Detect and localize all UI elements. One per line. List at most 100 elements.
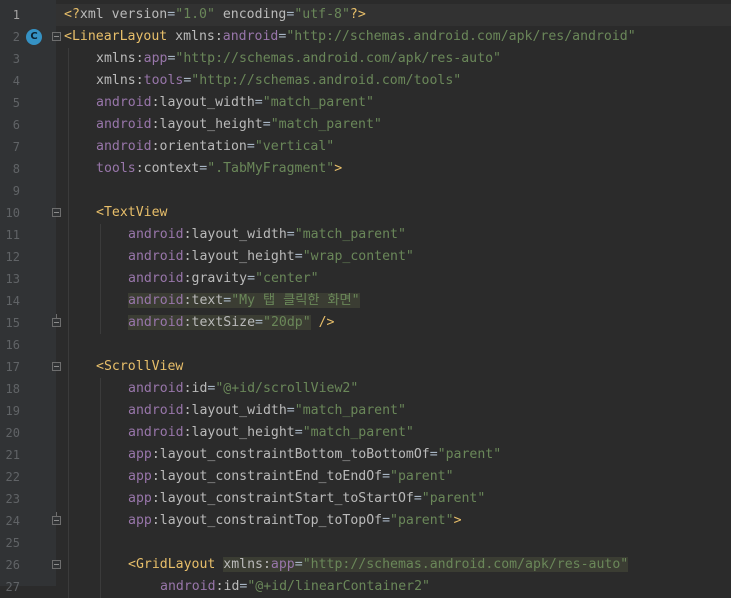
- line-number: 24: [5, 514, 20, 528]
- line-number: 5: [12, 96, 20, 110]
- code-line[interactable]: tools:context=".TabMyFragment">: [56, 158, 731, 180]
- line-number: 22: [5, 470, 20, 484]
- class-marker-icon[interactable]: C: [26, 29, 42, 45]
- code-line[interactable]: android:layout_height="match_parent": [56, 114, 731, 136]
- code-token: :layout_width: [151, 95, 255, 110]
- code-token: "parent": [421, 491, 486, 506]
- code-line[interactable]: app:layout_constraintTop_toTopOf="parent…: [56, 510, 731, 532]
- code-token: "match_parent": [302, 425, 414, 440]
- code-line-content: android:id="@+id/scrollView2": [128, 378, 358, 400]
- code-token: :id: [215, 579, 240, 594]
- code-line-content: app:layout_constraintBottom_toBottomOf="…: [128, 444, 501, 466]
- code-line[interactable]: android:layout_height="wrap_content": [56, 246, 731, 268]
- code-token: android: [128, 425, 184, 440]
- code-token: android: [96, 95, 152, 110]
- code-line[interactable]: android:layout_width="match_parent": [56, 224, 731, 246]
- code-token: =: [294, 249, 303, 264]
- code-token: android: [222, 29, 279, 44]
- code-line[interactable]: <?xml version="1.0" encoding="utf-8"?>: [56, 4, 731, 26]
- indent-guide: [68, 48, 69, 598]
- line-number: 7: [12, 140, 20, 154]
- code-line[interactable]: [56, 532, 731, 554]
- code-token: "20dp": [263, 315, 311, 330]
- gutter-line: 20: [0, 422, 56, 444]
- code-line-content: android:layout_height="match_parent": [128, 422, 414, 444]
- code-token: =: [255, 315, 263, 330]
- code-line[interactable]: <LinearLayout xmlns:android="http://sche…: [56, 26, 731, 48]
- code-line[interactable]: <GridLayout xmlns:app="http://schemas.an…: [56, 554, 731, 576]
- code-line[interactable]: android:layout_width="match_parent": [56, 400, 731, 422]
- code-line-content: <?xml version="1.0" encoding="utf-8"?>: [64, 4, 366, 26]
- code-token: ?>: [349, 7, 366, 22]
- line-number: 11: [5, 228, 20, 242]
- code-token: "http://schemas.android.com/apk/res/andr…: [286, 29, 636, 44]
- code-line[interactable]: app:layout_constraintStart_toStartOf="pa…: [56, 488, 731, 510]
- code-token: xml: [79, 7, 112, 22]
- code-line[interactable]: android:gravity="center": [56, 268, 731, 290]
- code-line[interactable]: android:id="@+id/linearContainer2": [56, 576, 731, 598]
- code-line[interactable]: android:id="@+id/scrollView2": [56, 378, 731, 400]
- code-token: =: [294, 425, 303, 440]
- line-number: 27: [5, 580, 20, 594]
- code-token: "wrap_content": [302, 249, 414, 264]
- code-token: app: [143, 51, 168, 66]
- gutter-line: 9: [0, 180, 56, 202]
- gutter-line: 23: [0, 488, 56, 510]
- gutter-line: 27: [0, 576, 56, 598]
- code-line[interactable]: android:layout_height="match_parent": [56, 422, 731, 444]
- code-token: encoding: [222, 7, 287, 22]
- code-line-content: android:id="@+id/linearContainer2": [160, 576, 430, 598]
- code-line[interactable]: xmlns:tools="http://schemas.android.com/…: [56, 70, 731, 92]
- line-number: 16: [5, 338, 20, 352]
- code-token: :layout_constraintStart_toStartOf: [151, 491, 414, 506]
- code-line[interactable]: android:layout_width="match_parent": [56, 92, 731, 114]
- code-line[interactable]: xmlns:app="http://schemas.android.com/ap…: [56, 48, 731, 70]
- code-token: app: [270, 557, 295, 572]
- line-number: 26: [5, 558, 20, 572]
- code-line[interactable]: app:layout_constraintEnd_toEndOf="parent…: [56, 466, 731, 488]
- line-number: 14: [5, 294, 20, 308]
- code-token: xmlns:: [223, 557, 271, 572]
- code-line[interactable]: [56, 334, 731, 356]
- code-line[interactable]: [56, 180, 731, 202]
- code-token: "vertical": [254, 139, 335, 154]
- line-number: 17: [5, 360, 20, 374]
- code-token: =: [246, 139, 255, 154]
- line-number: 3: [12, 52, 20, 66]
- code-token: android: [128, 293, 184, 308]
- code-line[interactable]: android:text="My 탭 클릭한 화면": [56, 290, 731, 312]
- code-line[interactable]: <TextView: [56, 202, 731, 224]
- code-line[interactable]: android:textSize="20dp" />: [56, 312, 731, 334]
- code-token: =: [199, 161, 208, 176]
- code-line[interactable]: <ScrollView: [56, 356, 731, 378]
- gutter-line: 8: [0, 158, 56, 180]
- code-token: =: [382, 513, 391, 528]
- code-editor[interactable]: 1 2 C 3 4 5 6 7 8 9 10 11 12 13 14 15 16 17 18 19 20 21 22 23 24…: [0, 0, 731, 598]
- code-line[interactable]: android:orientation="vertical": [56, 136, 731, 158]
- code-token: :layout_constraintBottom_toBottomOf: [151, 447, 430, 462]
- line-number: 19: [5, 404, 20, 418]
- line-number: 6: [12, 118, 20, 132]
- code-token: <ScrollView: [96, 359, 184, 374]
- code-token: app: [128, 447, 152, 462]
- code-token: tools: [96, 161, 136, 176]
- gutter-line: 25: [0, 532, 56, 554]
- gutter-line: 10: [0, 202, 61, 224]
- code-token: android: [128, 315, 184, 330]
- code-line-content: app:layout_constraintEnd_toEndOf="parent…: [128, 466, 454, 488]
- line-number: 15: [5, 316, 20, 330]
- code-token: :layout_height: [183, 425, 295, 440]
- code-token: android: [128, 403, 184, 418]
- code-line[interactable]: app:layout_constraintBottom_toBottomOf="…: [56, 444, 731, 466]
- line-number: 10: [5, 206, 20, 220]
- code-token: xmlns:: [175, 29, 223, 44]
- code-token: <LinearLayout: [64, 29, 176, 44]
- line-number: 23: [5, 492, 20, 506]
- line-number-gutter[interactable]: 1 2 C 3 4 5 6 7 8 9 10 11 12 13 14 15 16 17 18 19 20 21 22 23 24…: [0, 0, 61, 594]
- code-token: >: [334, 161, 343, 176]
- gutter-line: 21: [0, 444, 56, 466]
- code-area[interactable]: <?xml version="1.0" encoding="utf-8"?> <L…: [56, 0, 731, 598]
- code-token: android: [128, 271, 184, 286]
- code-token: =: [382, 469, 391, 484]
- code-token: "utf-8": [294, 7, 350, 22]
